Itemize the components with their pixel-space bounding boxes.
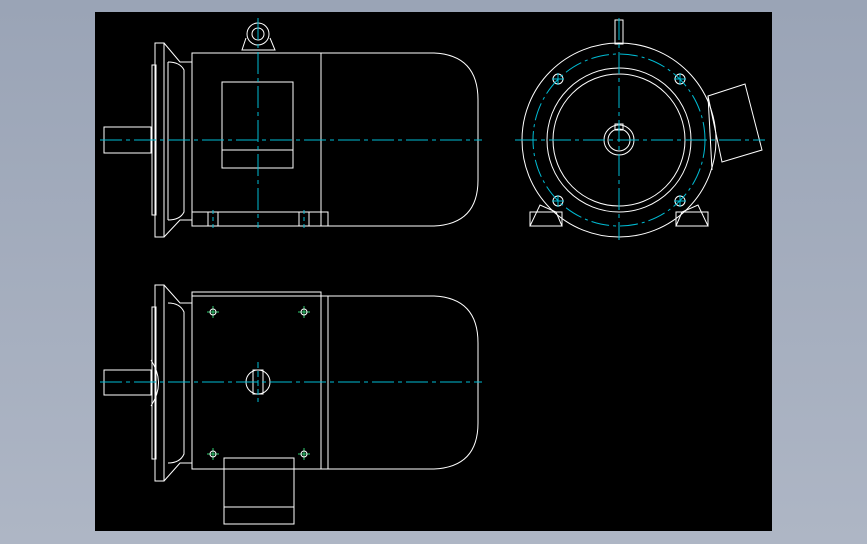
plan-view-centerlines <box>100 362 482 402</box>
mounting-foot <box>191 211 329 227</box>
cad-drawing-canvas[interactable] <box>95 12 772 531</box>
end-terminal-box <box>707 83 763 163</box>
end-view-centerlines <box>515 18 765 240</box>
end-foot-right <box>675 204 709 227</box>
end-foot-left <box>529 204 563 227</box>
front-elevation-centerlines <box>100 18 482 228</box>
front-elevation-view <box>103 22 479 238</box>
plan-motor-body <box>191 291 322 470</box>
motor-drawing <box>100 18 765 525</box>
plan-view <box>103 284 479 525</box>
plan-terminal-box <box>223 457 295 525</box>
